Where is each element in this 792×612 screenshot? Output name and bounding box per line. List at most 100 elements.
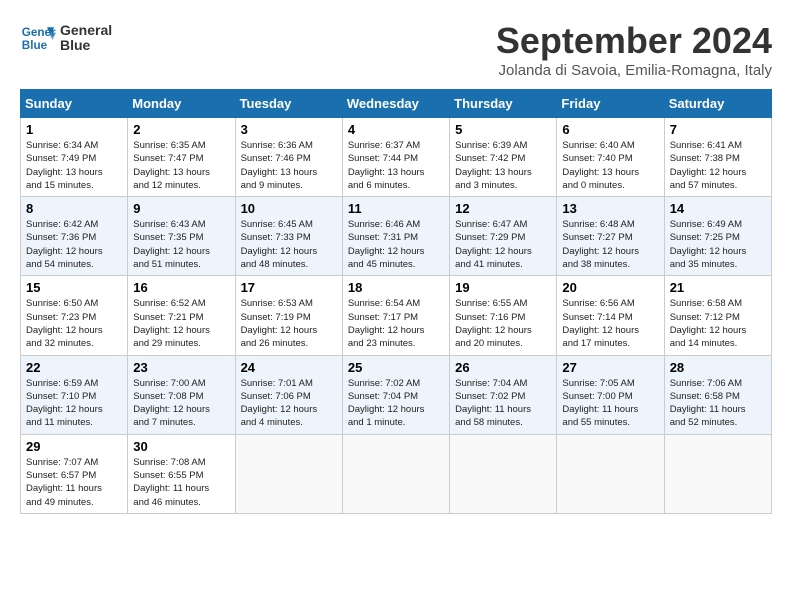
day-number: 4 [348,122,444,137]
day-number: 25 [348,360,444,375]
day-info: Sunrise: 6:43 AM Sunset: 7:35 PM Dayligh… [133,218,229,271]
day-info: Sunrise: 6:50 AM Sunset: 7:23 PM Dayligh… [26,297,122,350]
day-number: 18 [348,280,444,295]
table-row: 1 Sunrise: 6:34 AM Sunset: 7:49 PM Daylig… [21,118,128,197]
day-number: 30 [133,439,229,454]
col-header-tuesday: Tuesday [235,90,342,118]
table-row: 3 Sunrise: 6:36 AM Sunset: 7:46 PM Daylig… [235,118,342,197]
day-info: Sunrise: 6:46 AM Sunset: 7:31 PM Dayligh… [348,218,444,271]
day-number: 6 [562,122,658,137]
day-number: 12 [455,201,551,216]
table-row: 25 Sunrise: 7:02 AM Sunset: 7:04 PM Dayli… [342,355,449,434]
col-header-sunday: Sunday [21,90,128,118]
day-info: Sunrise: 7:04 AM Sunset: 7:02 PM Dayligh… [455,377,551,430]
table-row: 26Sunrise: 7:04 AM Sunset: 7:02 PM Dayli… [450,355,557,434]
location-subtitle: Jolanda di Savoia, Emilia-Romagna, Italy [496,62,772,79]
day-info: Sunrise: 6:41 AM Sunset: 7:38 PM Dayligh… [670,139,766,192]
month-title: September 2024 [496,20,772,62]
day-number: 9 [133,201,229,216]
logo-line1: General [60,23,112,38]
day-number: 8 [26,201,122,216]
day-number: 24 [241,360,337,375]
day-info: Sunrise: 7:01 AM Sunset: 7:06 PM Dayligh… [241,377,337,430]
table-row: 16 Sunrise: 6:52 AM Sunset: 7:21 PM Dayli… [128,276,235,355]
day-number: 1 [26,122,122,137]
table-row: 9 Sunrise: 6:43 AM Sunset: 7:35 PM Daylig… [128,197,235,276]
calendar-week-3: 15 Sunrise: 6:50 AM Sunset: 7:23 PM Dayli… [21,276,772,355]
page-header: General Blue General Blue September 2024… [20,20,772,79]
day-info: Sunrise: 7:02 AM Sunset: 7:04 PM Dayligh… [348,377,444,430]
calendar-week-5: 29 Sunrise: 7:07 AM Sunset: 6:57 PM Dayli… [21,434,772,513]
svg-text:Blue: Blue [22,39,48,52]
table-row [342,434,449,513]
table-row: 7Sunrise: 6:41 AM Sunset: 7:38 PM Daylig… [664,118,771,197]
table-row: 17 Sunrise: 6:53 AM Sunset: 7:19 PM Dayli… [235,276,342,355]
table-row [235,434,342,513]
day-number: 19 [455,280,551,295]
day-info: Sunrise: 6:40 AM Sunset: 7:40 PM Dayligh… [562,139,658,192]
day-info: Sunrise: 6:59 AM Sunset: 7:10 PM Dayligh… [26,377,122,430]
logo: General Blue General Blue [20,20,112,56]
table-row: 27Sunrise: 7:05 AM Sunset: 7:00 PM Dayli… [557,355,664,434]
calendar-week-1: 1 Sunrise: 6:34 AM Sunset: 7:49 PM Daylig… [21,118,772,197]
day-number: 16 [133,280,229,295]
col-header-friday: Friday [557,90,664,118]
day-number: 28 [670,360,766,375]
day-info: Sunrise: 6:36 AM Sunset: 7:46 PM Dayligh… [241,139,337,192]
table-row: 8 Sunrise: 6:42 AM Sunset: 7:36 PM Daylig… [21,197,128,276]
day-info: Sunrise: 6:54 AM Sunset: 7:17 PM Dayligh… [348,297,444,350]
table-row: 23 Sunrise: 7:00 AM Sunset: 7:08 PM Dayli… [128,355,235,434]
day-number: 22 [26,360,122,375]
calendar-table: SundayMondayTuesdayWednesdayThursdayFrid… [20,89,772,514]
day-number: 29 [26,439,122,454]
day-number: 15 [26,280,122,295]
table-row [664,434,771,513]
day-number: 20 [562,280,658,295]
day-number: 17 [241,280,337,295]
table-row: 5 Sunrise: 6:39 AM Sunset: 7:42 PM Daylig… [450,118,557,197]
day-info: Sunrise: 6:37 AM Sunset: 7:44 PM Dayligh… [348,139,444,192]
day-info: Sunrise: 6:48 AM Sunset: 7:27 PM Dayligh… [562,218,658,271]
day-number: 27 [562,360,658,375]
calendar-week-4: 22 Sunrise: 6:59 AM Sunset: 7:10 PM Dayli… [21,355,772,434]
day-number: 23 [133,360,229,375]
day-number: 5 [455,122,551,137]
table-row: 19 Sunrise: 6:55 AM Sunset: 7:16 PM Dayli… [450,276,557,355]
table-row: 30 Sunrise: 7:08 AM Sunset: 6:55 PM Dayli… [128,434,235,513]
day-info: Sunrise: 7:08 AM Sunset: 6:55 PM Dayligh… [133,456,229,509]
day-info: Sunrise: 6:42 AM Sunset: 7:36 PM Dayligh… [26,218,122,271]
table-row: 6 Sunrise: 6:40 AM Sunset: 7:40 PM Daylig… [557,118,664,197]
day-info: Sunrise: 7:00 AM Sunset: 7:08 PM Dayligh… [133,377,229,430]
day-number: 13 [562,201,658,216]
day-info: Sunrise: 6:55 AM Sunset: 7:16 PM Dayligh… [455,297,551,350]
day-info: Sunrise: 6:34 AM Sunset: 7:49 PM Dayligh… [26,139,122,192]
day-info: Sunrise: 6:47 AM Sunset: 7:29 PM Dayligh… [455,218,551,271]
day-info: Sunrise: 6:53 AM Sunset: 7:19 PM Dayligh… [241,297,337,350]
day-info: Sunrise: 6:35 AM Sunset: 7:47 PM Dayligh… [133,139,229,192]
logo-line2: Blue [60,38,112,53]
title-block: September 2024 Jolanda di Savoia, Emilia… [496,20,772,79]
logo-icon: General Blue [20,20,56,56]
day-info: Sunrise: 6:39 AM Sunset: 7:42 PM Dayligh… [455,139,551,192]
day-number: 3 [241,122,337,137]
col-header-wednesday: Wednesday [342,90,449,118]
table-row: 2Sunrise: 6:35 AM Sunset: 7:47 PM Daylig… [128,118,235,197]
day-info: Sunrise: 6:56 AM Sunset: 7:14 PM Dayligh… [562,297,658,350]
day-number: 10 [241,201,337,216]
calendar-week-2: 8 Sunrise: 6:42 AM Sunset: 7:36 PM Daylig… [21,197,772,276]
table-row: 20 Sunrise: 6:56 AM Sunset: 7:14 PM Dayli… [557,276,664,355]
table-row: 14Sunrise: 6:49 AM Sunset: 7:25 PM Dayli… [664,197,771,276]
day-number: 14 [670,201,766,216]
table-row: 15 Sunrise: 6:50 AM Sunset: 7:23 PM Dayli… [21,276,128,355]
table-row: 12 Sunrise: 6:47 AM Sunset: 7:29 PM Dayli… [450,197,557,276]
day-info: Sunrise: 6:52 AM Sunset: 7:21 PM Dayligh… [133,297,229,350]
day-info: Sunrise: 7:07 AM Sunset: 6:57 PM Dayligh… [26,456,122,509]
table-row: 13 Sunrise: 6:48 AM Sunset: 7:27 PM Dayli… [557,197,664,276]
col-header-saturday: Saturday [664,90,771,118]
table-row: 21Sunrise: 6:58 AM Sunset: 7:12 PM Dayli… [664,276,771,355]
calendar-header-row: SundayMondayTuesdayWednesdayThursdayFrid… [21,90,772,118]
day-info: Sunrise: 6:45 AM Sunset: 7:33 PM Dayligh… [241,218,337,271]
table-row [450,434,557,513]
table-row: 11 Sunrise: 6:46 AM Sunset: 7:31 PM Dayli… [342,197,449,276]
day-number: 11 [348,201,444,216]
